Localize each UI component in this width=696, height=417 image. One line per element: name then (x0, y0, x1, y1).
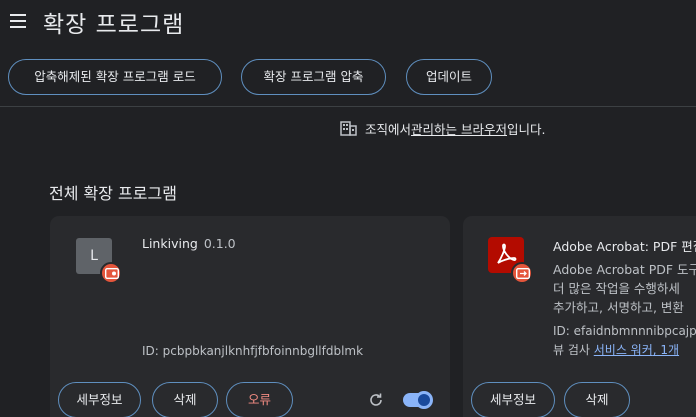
remove-button[interactable]: 삭제 (152, 382, 218, 417)
extension-description: Adobe Acrobat PDF 도구 더 많은 작업을 수행하세 추가하고,… (553, 260, 696, 317)
managed-suffix: 입니다. (507, 121, 546, 137)
extension-version: 0.1.0 (203, 236, 236, 251)
managed-browser-notice: 조직에서 관리하는 브라우저 입니다. (340, 119, 545, 137)
extension-name-row: Linkiving 0.1.0 (142, 236, 236, 251)
details-button[interactable]: 세부정보 (471, 382, 555, 417)
section-title: 전체 확장 프로그램 (49, 184, 177, 203)
service-worker-link[interactable]: 서비스 워커 (594, 343, 653, 357)
pack-extension-button[interactable]: 확장 프로그램 압축 (241, 59, 386, 95)
update-button[interactable]: 업데이트 (406, 59, 492, 95)
external-badge-icon (511, 262, 533, 284)
load-unpacked-button[interactable]: 압축해제된 확장 프로그램 로드 (8, 59, 222, 95)
reload-icon[interactable] (368, 392, 384, 408)
extension-id: ID: efaidnbmnnnibpcajpc (553, 324, 696, 338)
extension-name: Linkiving (142, 236, 198, 251)
page-title: 확장 프로그램 (43, 12, 185, 38)
inspect-views-label: 뷰 검사 (553, 343, 594, 357)
inspect-views-row: 뷰 검사 서비스 워커, 1개 (553, 341, 696, 360)
description-line: Adobe Acrobat PDF 도구 (553, 262, 696, 277)
building-icon (340, 120, 357, 136)
details-button[interactable]: 세부정보 (58, 382, 141, 417)
description-line: 추가하고, 서명하고, 변환 (553, 300, 684, 315)
managed-browser-link[interactable]: 관리하는 브라우저 (411, 119, 507, 138)
extension-id-block: ID: efaidnbmnnnibpcajpc 뷰 검사 서비스 워커, 1개 (553, 322, 696, 360)
remove-button[interactable]: 삭제 (564, 382, 630, 417)
extension-id: ID: pcbpbkanjlknhfjfbfoinnbgllfdblmk (142, 344, 364, 358)
page-header: 확장 프로그램 압축해제된 확장 프로그램 로드 확장 프로그램 압축 업데이트 (0, 0, 696, 107)
extension-card-linkiving: L Linkiving 0.1.0 ID: pcbpbkanjlknhfjfbfo… (50, 216, 450, 417)
toggle-knob (415, 391, 433, 409)
errors-button[interactable]: 오류 (226, 382, 293, 417)
description-line: 더 많은 작업을 수행하세 (553, 281, 680, 296)
extension-name: Adobe Acrobat: PDF 편집 (553, 239, 696, 254)
managed-prefix: 조직에서 (365, 121, 412, 137)
extension-card-adobe-acrobat: Adobe Acrobat: PDF 편집 Adobe Acrobat PDF … (463, 216, 696, 417)
more-views-link[interactable]: , 1개 (653, 343, 679, 357)
menu-icon[interactable] (6, 9, 30, 33)
enable-toggle[interactable] (403, 391, 433, 409)
unpacked-badge-icon (100, 262, 122, 284)
